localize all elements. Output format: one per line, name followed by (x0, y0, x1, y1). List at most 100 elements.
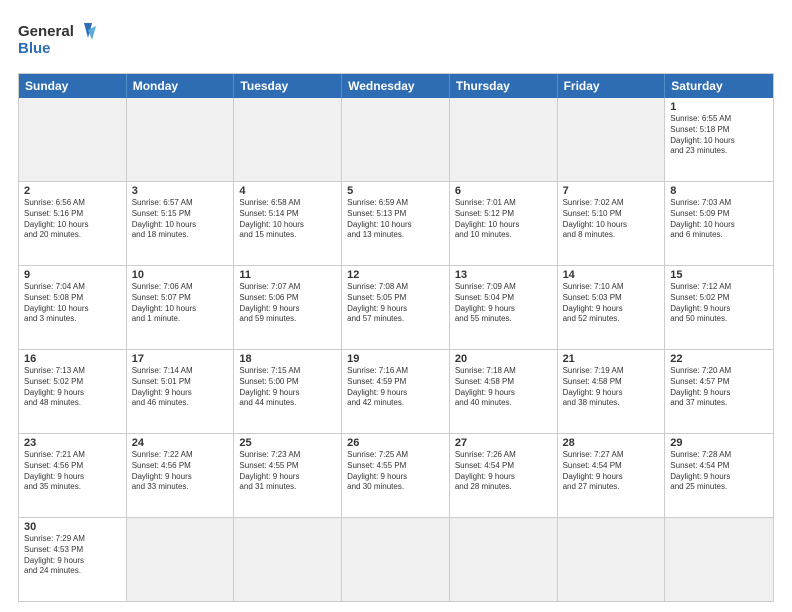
day-info: Sunrise: 7:06 AM Sunset: 5:07 PM Dayligh… (132, 282, 229, 325)
table-row: 29Sunrise: 7:28 AM Sunset: 4:54 PM Dayli… (665, 434, 773, 517)
day-number: 22 (670, 353, 768, 365)
day-header-monday: Monday (127, 74, 235, 98)
calendar-week-5: 23Sunrise: 7:21 AM Sunset: 4:56 PM Dayli… (19, 433, 773, 517)
day-header-wednesday: Wednesday (342, 74, 450, 98)
table-row: 22Sunrise: 7:20 AM Sunset: 4:57 PM Dayli… (665, 350, 773, 433)
day-number: 15 (670, 269, 768, 281)
table-row: 30Sunrise: 7:29 AM Sunset: 4:53 PM Dayli… (19, 518, 127, 601)
day-info: Sunrise: 7:14 AM Sunset: 5:01 PM Dayligh… (132, 366, 229, 409)
day-info: Sunrise: 7:22 AM Sunset: 4:56 PM Dayligh… (132, 450, 229, 493)
table-row: 24Sunrise: 7:22 AM Sunset: 4:56 PM Dayli… (127, 434, 235, 517)
day-info: Sunrise: 7:03 AM Sunset: 5:09 PM Dayligh… (670, 198, 768, 241)
day-info: Sunrise: 7:12 AM Sunset: 5:02 PM Dayligh… (670, 282, 768, 325)
day-number: 23 (24, 437, 121, 449)
day-number: 16 (24, 353, 121, 365)
calendar-header: SundayMondayTuesdayWednesdayThursdayFrid… (19, 74, 773, 98)
table-row: 13Sunrise: 7:09 AM Sunset: 5:04 PM Dayli… (450, 266, 558, 349)
table-row (665, 518, 773, 601)
table-row: 26Sunrise: 7:25 AM Sunset: 4:55 PM Dayli… (342, 434, 450, 517)
day-info: Sunrise: 6:57 AM Sunset: 5:15 PM Dayligh… (132, 198, 229, 241)
day-number: 11 (239, 269, 336, 281)
table-row: 10Sunrise: 7:06 AM Sunset: 5:07 PM Dayli… (127, 266, 235, 349)
day-info: Sunrise: 7:01 AM Sunset: 5:12 PM Dayligh… (455, 198, 552, 241)
day-info: Sunrise: 7:26 AM Sunset: 4:54 PM Dayligh… (455, 450, 552, 493)
day-number: 28 (563, 437, 660, 449)
day-info: Sunrise: 7:23 AM Sunset: 4:55 PM Dayligh… (239, 450, 336, 493)
table-row: 21Sunrise: 7:19 AM Sunset: 4:58 PM Dayli… (558, 350, 666, 433)
table-row: 14Sunrise: 7:10 AM Sunset: 5:03 PM Dayli… (558, 266, 666, 349)
table-row: 7Sunrise: 7:02 AM Sunset: 5:10 PM Daylig… (558, 182, 666, 265)
day-number: 2 (24, 185, 121, 197)
calendar-week-4: 16Sunrise: 7:13 AM Sunset: 5:02 PM Dayli… (19, 349, 773, 433)
day-header-thursday: Thursday (450, 74, 558, 98)
calendar: SundayMondayTuesdayWednesdayThursdayFrid… (18, 73, 774, 602)
day-info: Sunrise: 7:15 AM Sunset: 5:00 PM Dayligh… (239, 366, 336, 409)
table-row (558, 98, 666, 181)
table-row (234, 98, 342, 181)
day-info: Sunrise: 7:13 AM Sunset: 5:02 PM Dayligh… (24, 366, 121, 409)
day-number: 26 (347, 437, 444, 449)
day-number: 12 (347, 269, 444, 281)
day-header-friday: Friday (558, 74, 666, 98)
table-row: 1Sunrise: 6:55 AM Sunset: 5:18 PM Daylig… (665, 98, 773, 181)
table-row: 18Sunrise: 7:15 AM Sunset: 5:00 PM Dayli… (234, 350, 342, 433)
table-row (450, 518, 558, 601)
day-number: 1 (670, 101, 768, 113)
table-row (127, 98, 235, 181)
table-row: 28Sunrise: 7:27 AM Sunset: 4:54 PM Dayli… (558, 434, 666, 517)
day-number: 4 (239, 185, 336, 197)
day-number: 18 (239, 353, 336, 365)
table-row (558, 518, 666, 601)
day-number: 10 (132, 269, 229, 281)
logo: General Blue (18, 18, 98, 63)
table-row: 19Sunrise: 7:16 AM Sunset: 4:59 PM Dayli… (342, 350, 450, 433)
table-row: 5Sunrise: 6:59 AM Sunset: 5:13 PM Daylig… (342, 182, 450, 265)
day-info: Sunrise: 7:21 AM Sunset: 4:56 PM Dayligh… (24, 450, 121, 493)
day-number: 14 (563, 269, 660, 281)
day-number: 30 (24, 521, 121, 533)
table-row: 6Sunrise: 7:01 AM Sunset: 5:12 PM Daylig… (450, 182, 558, 265)
day-info: Sunrise: 7:07 AM Sunset: 5:06 PM Dayligh… (239, 282, 336, 325)
table-row: 15Sunrise: 7:12 AM Sunset: 5:02 PM Dayli… (665, 266, 773, 349)
svg-text:General: General (18, 23, 74, 40)
table-row: 3Sunrise: 6:57 AM Sunset: 5:15 PM Daylig… (127, 182, 235, 265)
table-row: 17Sunrise: 7:14 AM Sunset: 5:01 PM Dayli… (127, 350, 235, 433)
day-number: 17 (132, 353, 229, 365)
day-info: Sunrise: 7:16 AM Sunset: 4:59 PM Dayligh… (347, 366, 444, 409)
day-number: 7 (563, 185, 660, 197)
calendar-week-2: 2Sunrise: 6:56 AM Sunset: 5:16 PM Daylig… (19, 181, 773, 265)
day-info: Sunrise: 7:09 AM Sunset: 5:04 PM Dayligh… (455, 282, 552, 325)
table-row: 12Sunrise: 7:08 AM Sunset: 5:05 PM Dayli… (342, 266, 450, 349)
day-info: Sunrise: 6:58 AM Sunset: 5:14 PM Dayligh… (239, 198, 336, 241)
day-info: Sunrise: 6:55 AM Sunset: 5:18 PM Dayligh… (670, 114, 768, 157)
day-info: Sunrise: 7:27 AM Sunset: 4:54 PM Dayligh… (563, 450, 660, 493)
day-info: Sunrise: 7:10 AM Sunset: 5:03 PM Dayligh… (563, 282, 660, 325)
day-number: 24 (132, 437, 229, 449)
day-number: 25 (239, 437, 336, 449)
calendar-week-6: 30Sunrise: 7:29 AM Sunset: 4:53 PM Dayli… (19, 517, 773, 601)
table-row (127, 518, 235, 601)
day-info: Sunrise: 6:56 AM Sunset: 5:16 PM Dayligh… (24, 198, 121, 241)
table-row: 11Sunrise: 7:07 AM Sunset: 5:06 PM Dayli… (234, 266, 342, 349)
day-info: Sunrise: 6:59 AM Sunset: 5:13 PM Dayligh… (347, 198, 444, 241)
table-row: 23Sunrise: 7:21 AM Sunset: 4:56 PM Dayli… (19, 434, 127, 517)
table-row: 20Sunrise: 7:18 AM Sunset: 4:58 PM Dayli… (450, 350, 558, 433)
table-row (19, 98, 127, 181)
day-number: 20 (455, 353, 552, 365)
day-header-tuesday: Tuesday (234, 74, 342, 98)
table-row: 2Sunrise: 6:56 AM Sunset: 5:16 PM Daylig… (19, 182, 127, 265)
day-number: 13 (455, 269, 552, 281)
day-number: 27 (455, 437, 552, 449)
day-number: 5 (347, 185, 444, 197)
table-row: 9Sunrise: 7:04 AM Sunset: 5:08 PM Daylig… (19, 266, 127, 349)
day-number: 3 (132, 185, 229, 197)
day-number: 21 (563, 353, 660, 365)
calendar-week-3: 9Sunrise: 7:04 AM Sunset: 5:08 PM Daylig… (19, 265, 773, 349)
day-info: Sunrise: 7:04 AM Sunset: 5:08 PM Dayligh… (24, 282, 121, 325)
day-number: 19 (347, 353, 444, 365)
table-row: 27Sunrise: 7:26 AM Sunset: 4:54 PM Dayli… (450, 434, 558, 517)
day-info: Sunrise: 7:18 AM Sunset: 4:58 PM Dayligh… (455, 366, 552, 409)
day-info: Sunrise: 7:25 AM Sunset: 4:55 PM Dayligh… (347, 450, 444, 493)
page-header: General Blue (18, 18, 774, 63)
table-row: 4Sunrise: 6:58 AM Sunset: 5:14 PM Daylig… (234, 182, 342, 265)
